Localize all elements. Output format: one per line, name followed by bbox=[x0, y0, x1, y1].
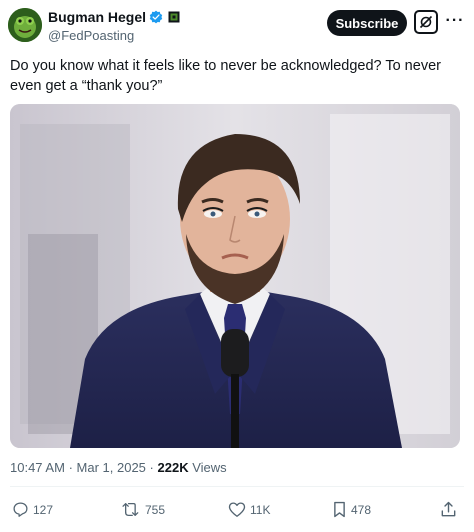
post-card: Bugman Hegel @FedPoasting Subscribe ··· … bbox=[0, 0, 474, 532]
bookmark-count: 478 bbox=[351, 502, 372, 517]
name-row: Bugman Hegel bbox=[48, 8, 180, 26]
author-handle[interactable]: @FedPoasting bbox=[48, 28, 180, 43]
views-count: 222K bbox=[157, 460, 189, 475]
like-button[interactable]: 11K bbox=[228, 501, 270, 518]
views-label: Views bbox=[192, 460, 227, 475]
meta-separator-2: · bbox=[149, 460, 154, 475]
repost-count: 755 bbox=[145, 502, 166, 517]
reply-icon bbox=[13, 502, 28, 517]
bookmark-icon bbox=[334, 501, 345, 518]
grok-button[interactable] bbox=[414, 10, 438, 34]
action-bar: 127 755 11K 478 bbox=[10, 497, 464, 523]
grok-icon bbox=[419, 15, 433, 29]
photo-of-man-in-suit-at-microphone bbox=[10, 104, 460, 448]
share-button[interactable] bbox=[440, 501, 457, 518]
divider bbox=[10, 486, 464, 487]
like-count: 11K bbox=[250, 502, 271, 517]
reply-count: 127 bbox=[33, 502, 54, 517]
more-button[interactable]: ··· bbox=[444, 10, 466, 32]
share-icon bbox=[441, 501, 456, 517]
author-avatar[interactable] bbox=[8, 8, 42, 42]
post-date[interactable]: Mar 1, 2025 bbox=[77, 460, 146, 475]
post-meta: 10:47 AM · Mar 1, 2025 · 222K Views bbox=[10, 460, 227, 475]
repost-button[interactable]: 755 bbox=[122, 501, 165, 518]
more-icon: ··· bbox=[445, 12, 465, 29]
author-display-name[interactable]: Bugman Hegel bbox=[48, 9, 146, 25]
subscribe-button[interactable]: Subscribe bbox=[327, 10, 407, 36]
frog-avatar-icon bbox=[8, 8, 42, 42]
post-text: Do you know what it feels like to never … bbox=[10, 58, 441, 94]
meta-separator: · bbox=[68, 460, 73, 475]
heart-icon bbox=[228, 502, 246, 517]
affiliation-badge-icon[interactable] bbox=[168, 11, 180, 23]
author-block: Bugman Hegel @FedPoasting bbox=[48, 8, 180, 43]
reply-button[interactable]: 127 bbox=[12, 501, 53, 518]
repost-icon bbox=[122, 502, 139, 517]
bookmark-button[interactable]: 478 bbox=[332, 501, 371, 518]
post-image[interactable] bbox=[10, 104, 460, 448]
verified-badge-icon[interactable] bbox=[149, 10, 163, 24]
post-time[interactable]: 10:47 AM bbox=[10, 460, 65, 475]
